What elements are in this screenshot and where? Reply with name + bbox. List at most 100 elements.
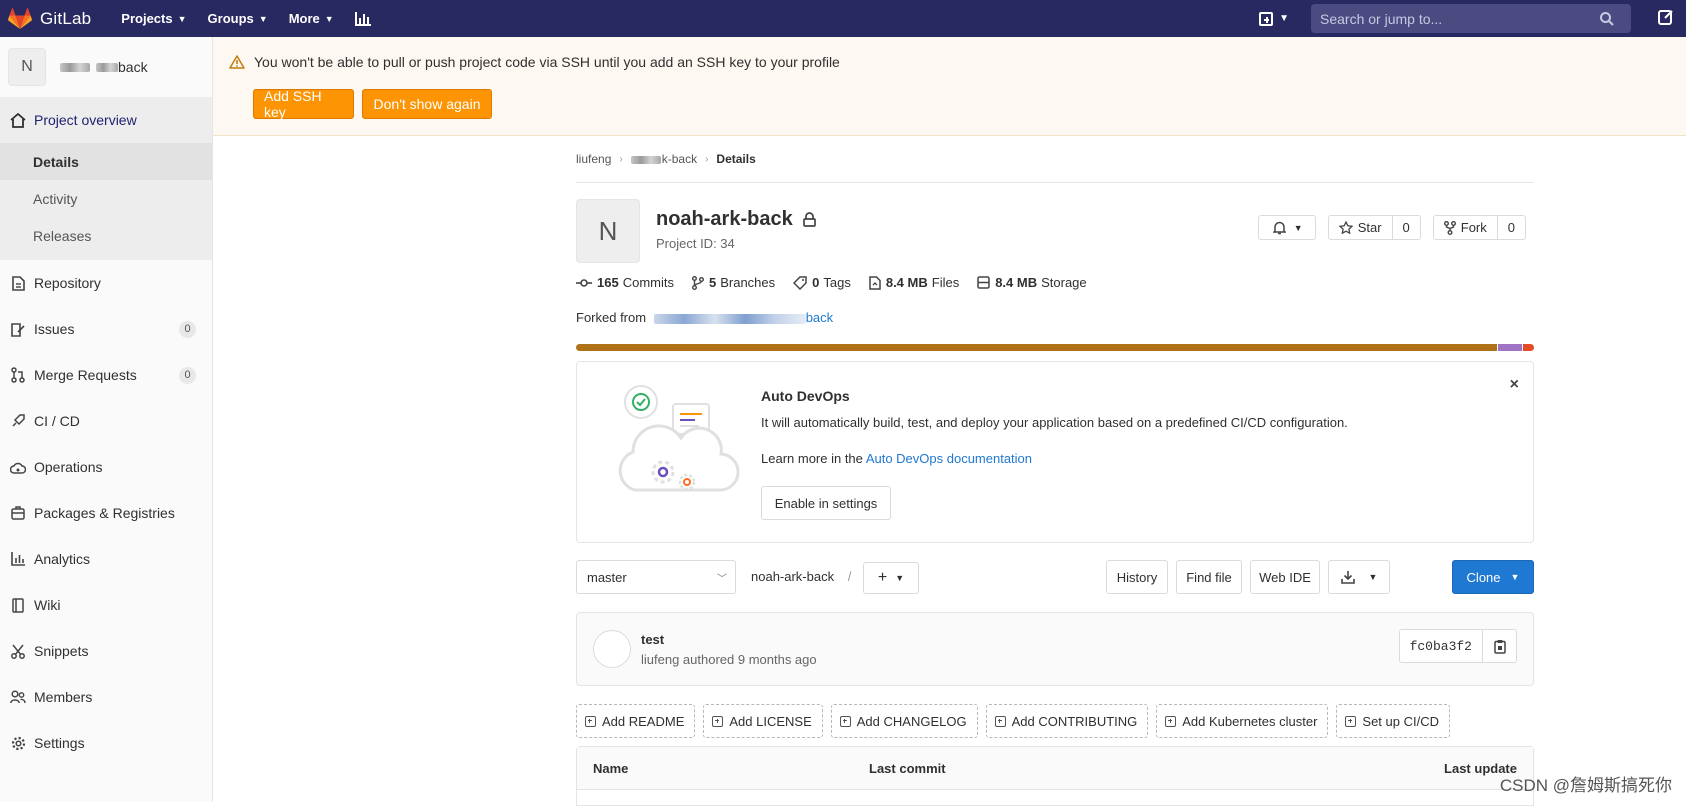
commits-label: Commits bbox=[623, 275, 674, 290]
branch-select[interactable]: master ﹀ bbox=[576, 560, 736, 594]
set-up-ci-cd-button[interactable]: Set up CI/CD bbox=[1336, 704, 1450, 738]
repository-toolbar: master ﹀ noah-ark-back / + ▼ History Fin… bbox=[576, 560, 1534, 594]
fork-count[interactable]: 0 bbox=[1497, 216, 1525, 239]
issues-icon bbox=[9, 322, 27, 337]
path-separator: / bbox=[848, 569, 852, 584]
files-table: Name Last commit Last update bbox=[576, 746, 1534, 806]
tags-stat[interactable]: 0 Tags bbox=[793, 275, 851, 290]
project-context-header[interactable]: N back bbox=[0, 37, 212, 97]
activity-chart-link[interactable] bbox=[355, 12, 371, 26]
sidebar-item-wiki[interactable]: Wiki bbox=[0, 582, 212, 628]
files-stat[interactable]: 8.4 MB Files bbox=[869, 275, 959, 290]
quick-action-label: Add LICENSE bbox=[729, 714, 811, 729]
nav-projects[interactable]: Projects ▼ bbox=[121, 11, 186, 26]
dont-show-again-button[interactable]: Don't show again bbox=[362, 89, 492, 119]
redacted-text bbox=[631, 156, 661, 164]
gitlab-logo[interactable]: GitLab bbox=[8, 8, 91, 30]
search-box[interactable] bbox=[1311, 4, 1631, 33]
clone-dropdown-button[interactable]: Clone ▼ bbox=[1452, 560, 1534, 594]
sidebar-item-operations[interactable]: Operations bbox=[0, 444, 212, 490]
add-kubernetes-cluster-button[interactable]: Add Kubernetes cluster bbox=[1156, 704, 1328, 738]
sidebar-item-repository[interactable]: Repository bbox=[0, 260, 212, 306]
web-ide-button[interactable]: Web IDE bbox=[1250, 560, 1320, 594]
commit-title[interactable]: test bbox=[641, 632, 664, 647]
files-size: 8.4 MB bbox=[886, 275, 928, 290]
sidebar-item-merge-requests[interactable]: Merge Requests 0 bbox=[0, 352, 212, 398]
redacted-text bbox=[60, 63, 90, 72]
add-contributing-button[interactable]: Add CONTRIBUTING bbox=[986, 704, 1149, 738]
last-commit-box: test liufeng authored 9 months ago fc0ba… bbox=[576, 612, 1534, 686]
language-segment[interactable] bbox=[576, 344, 1497, 351]
find-file-button[interactable]: Find file bbox=[1176, 560, 1242, 594]
breadcrumb-owner[interactable]: liufeng bbox=[576, 152, 611, 166]
star-button-group[interactable]: Star 0 bbox=[1328, 215, 1421, 240]
sidebar-item-label: Issues bbox=[34, 321, 74, 337]
sidebar-item-members[interactable]: Members bbox=[0, 674, 212, 720]
book-icon bbox=[9, 598, 27, 613]
language-segment[interactable] bbox=[1498, 344, 1522, 351]
star-count[interactable]: 0 bbox=[1392, 216, 1420, 239]
chevron-down-icon: ▼ bbox=[895, 573, 904, 583]
sidebar-item-settings[interactable]: Settings bbox=[0, 720, 212, 766]
nav-groups[interactable]: Groups ▼ bbox=[208, 11, 268, 26]
sidebar-item-label: Operations bbox=[34, 459, 102, 475]
history-button[interactable]: History bbox=[1106, 560, 1168, 594]
clipboard-icon bbox=[1494, 639, 1506, 654]
add-changelog-button[interactable]: Add CHANGELOG bbox=[831, 704, 978, 738]
sidebar-item-packages-registries[interactable]: Packages & Registries bbox=[0, 490, 212, 536]
enable-in-settings-button[interactable]: Enable in settings bbox=[761, 486, 891, 520]
package-icon bbox=[9, 506, 27, 520]
new-item-dropdown[interactable]: ▼ bbox=[1259, 12, 1289, 26]
add-license-button[interactable]: Add LICENSE bbox=[703, 704, 822, 738]
sidebar-item-label: Repository bbox=[34, 275, 101, 291]
language-segment[interactable] bbox=[1523, 344, 1534, 351]
sidebar-toggle[interactable] bbox=[1658, 9, 1674, 28]
copy-sha-button[interactable] bbox=[1482, 630, 1516, 662]
search-input[interactable] bbox=[1320, 11, 1600, 27]
sidebar-item-snippets[interactable]: Snippets bbox=[0, 628, 212, 674]
avatar[interactable] bbox=[593, 630, 631, 668]
sidebar-item-ci-cd[interactable]: CI / CD bbox=[0, 398, 212, 444]
star-button[interactable]: Star bbox=[1329, 216, 1392, 239]
sidebar-subitem-details[interactable]: Details bbox=[0, 143, 212, 180]
notification-dropdown[interactable]: ▼ bbox=[1258, 215, 1316, 240]
plus-square-icon bbox=[995, 716, 1006, 727]
add-ssh-key-button[interactable]: Add SSH key bbox=[253, 89, 354, 119]
add-to-tree-dropdown[interactable]: + ▼ bbox=[863, 562, 919, 594]
branches-label: Branches bbox=[720, 275, 775, 290]
sidebar-item-issues[interactable]: Issues 0 bbox=[0, 306, 212, 352]
auto-devops-docs-link[interactable]: Auto DevOps documentation bbox=[866, 451, 1032, 466]
files-label: Files bbox=[932, 275, 959, 290]
forked-prefix: Forked from bbox=[576, 310, 646, 325]
search-icon bbox=[1600, 12, 1614, 26]
fork-button[interactable]: Fork bbox=[1434, 216, 1497, 239]
commit-sha[interactable]: fc0ba3f2 bbox=[1400, 630, 1482, 662]
close-icon[interactable]: × bbox=[1510, 376, 1519, 394]
nav-projects-label: Projects bbox=[121, 11, 172, 26]
divider bbox=[576, 182, 1534, 183]
commits-stat[interactable]: 165 Commits bbox=[576, 275, 674, 290]
repository-languages-bar[interactable] bbox=[576, 344, 1534, 351]
sidebar-subitem-activity[interactable]: Activity bbox=[0, 180, 212, 217]
branch-icon bbox=[692, 276, 704, 290]
forked-from-link[interactable]: back bbox=[654, 310, 833, 325]
breadcrumb-current[interactable]: Details bbox=[716, 152, 755, 166]
download-dropdown[interactable]: ▼ bbox=[1328, 560, 1390, 594]
redacted-text bbox=[96, 63, 118, 72]
add-readme-button[interactable]: Add README bbox=[576, 704, 695, 738]
fork-button-group[interactable]: Fork 0 bbox=[1433, 215, 1526, 240]
project-stats: 165 Commits 5 Branches 0 Tags bbox=[576, 275, 1105, 290]
storage-icon bbox=[977, 276, 990, 289]
repo-path-root[interactable]: noah-ark-back bbox=[751, 569, 834, 584]
sidebar-item-analytics[interactable]: Analytics bbox=[0, 536, 212, 582]
quick-actions: Add README Add LICENSE Add CHANGELOG Add… bbox=[576, 704, 1458, 738]
nav-more[interactable]: More ▼ bbox=[289, 11, 334, 26]
repo-path: noah-ark-back / bbox=[751, 569, 851, 584]
breadcrumb-project[interactable]: k-back bbox=[631, 152, 697, 166]
sidebar-item-project-overview[interactable]: Project overview bbox=[0, 97, 212, 143]
auto-devops-learn-more: Learn more in the Auto DevOps documentat… bbox=[761, 451, 1032, 466]
branches-stat[interactable]: 5 Branches bbox=[692, 275, 775, 290]
watermark: CSDN @詹姆斯搞死你 bbox=[1500, 771, 1672, 796]
chevron-down-icon: ▼ bbox=[178, 14, 187, 24]
sidebar-subitem-releases[interactable]: Releases bbox=[0, 217, 212, 254]
